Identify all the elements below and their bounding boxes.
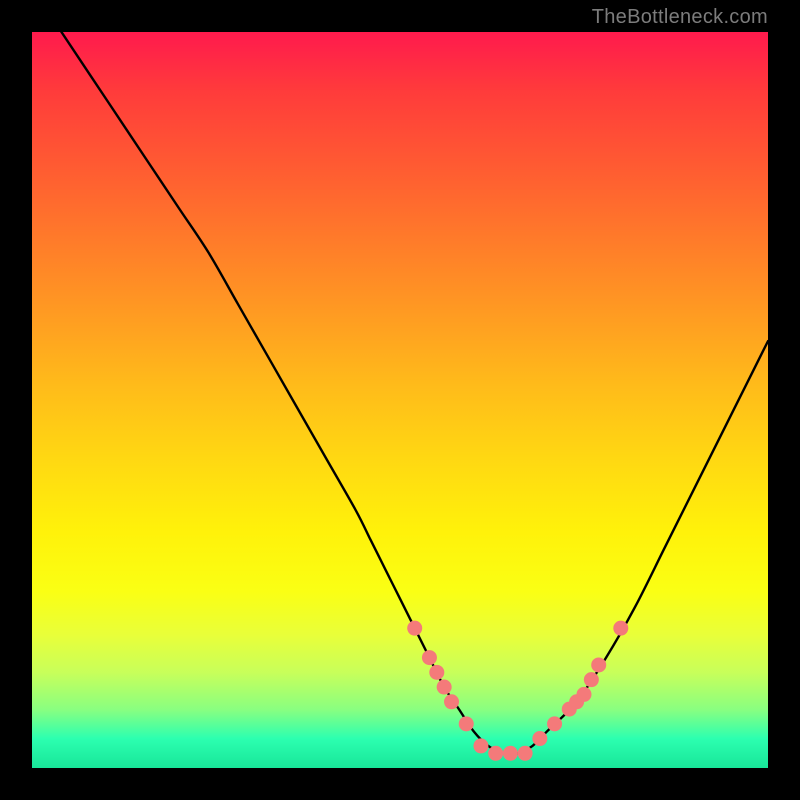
curve-point [473,738,488,753]
curve-point [459,716,474,731]
bottleneck-curve [61,32,768,754]
curve-point [444,694,459,709]
curve-point [437,680,452,695]
attribution-text: TheBottleneck.com [592,6,768,29]
curve-point [591,657,606,672]
chart-stage: TheBottleneck.com [0,0,800,800]
curve-point [422,650,437,665]
curve-point [577,687,592,702]
curve-point [547,716,562,731]
curve-point [584,672,599,687]
curve-point [407,621,422,636]
curve-point [532,731,547,746]
curve-point [613,621,628,636]
plot-area [32,32,768,768]
curve-points [407,621,628,761]
curve-point [429,665,444,680]
curve-point [503,746,518,761]
curve-point [518,746,533,761]
curve-point [488,746,503,761]
curve-layer [32,32,768,768]
